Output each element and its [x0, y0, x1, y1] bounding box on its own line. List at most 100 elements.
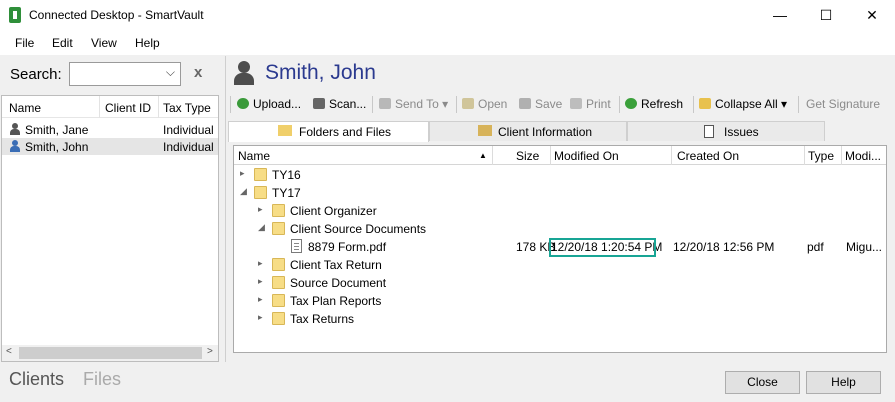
clear-search-button[interactable]: x: [194, 64, 202, 81]
smartvault-app-icon: [9, 7, 21, 23]
tree-row[interactable]: ▸ Client Tax Return: [234, 256, 886, 274]
pdf-file-icon: [291, 239, 302, 253]
expand-arrow-icon[interactable]: ▸: [258, 276, 263, 287]
client-list: Name Client ID Tax Type Smith, Jane Indi…: [1, 95, 219, 362]
tree-row[interactable]: ▸ Source Document: [234, 274, 886, 292]
client-tax-type: Individual: [163, 140, 214, 154]
file-table-header: Name ▲ Size Modified On Created On Type …: [234, 146, 886, 165]
file-type: pdf: [807, 240, 824, 254]
collapse-folder-icon: [699, 98, 711, 109]
window-title: Connected Desktop - SmartVault: [29, 8, 204, 22]
scroll-left-icon[interactable]: <: [6, 346, 12, 357]
menu-view[interactable]: View: [91, 36, 117, 50]
collapse-arrow-icon[interactable]: ◢: [258, 222, 265, 233]
person-icon: [10, 123, 20, 135]
modified-on-highlight: [549, 238, 656, 257]
save-button[interactable]: Save: [519, 97, 562, 111]
client-name: Smith, Jane: [25, 123, 89, 137]
horizontal-scrollbar[interactable]: < >: [2, 345, 218, 361]
scrollbar-thumb[interactable]: [19, 347, 202, 359]
refresh-button[interactable]: Refresh: [625, 97, 683, 111]
get-signature-button[interactable]: Get Signature: [806, 97, 880, 111]
column-size[interactable]: Size: [516, 149, 539, 163]
scanner-icon: [313, 98, 325, 109]
send-to-button[interactable]: Send To ▾: [379, 97, 448, 111]
refresh-icon: [625, 98, 637, 109]
client-info-icon: [478, 125, 492, 136]
folder-icon: [272, 204, 285, 217]
client-row[interactable]: Smith, Jane Individual: [2, 121, 218, 138]
issues-icon: [704, 125, 714, 138]
folder-icon: [254, 168, 267, 181]
clients-tab[interactable]: Clients: [9, 369, 64, 390]
open-folder-icon: [462, 98, 474, 109]
column-modified-by[interactable]: Modi...: [845, 149, 881, 163]
menu-edit[interactable]: Edit: [52, 36, 73, 50]
tree-row[interactable]: ◢ TY17: [234, 184, 886, 202]
column-name[interactable]: Name: [238, 149, 270, 163]
client-person-icon: [234, 61, 254, 85]
search-input[interactable]: ⌵: [69, 62, 181, 86]
tree-row[interactable]: ▸ Tax Returns: [234, 310, 886, 328]
folder-icon: [272, 276, 285, 289]
tab-client-information[interactable]: Client Information: [429, 121, 627, 141]
column-name[interactable]: Name: [9, 101, 41, 115]
column-modified-on[interactable]: Modified On: [554, 149, 619, 163]
files-tab[interactable]: Files: [83, 369, 121, 390]
tab-folders-and-files[interactable]: Folders and Files: [228, 121, 429, 142]
expand-arrow-icon[interactable]: ▸: [240, 168, 245, 179]
person-icon: [10, 140, 20, 152]
column-type[interactable]: Type: [808, 149, 834, 163]
close-button[interactable]: Close: [725, 371, 800, 394]
tree-row[interactable]: ▸ TY16: [234, 166, 886, 184]
save-icon: [519, 98, 531, 109]
upload-icon: [237, 98, 249, 109]
file-created-on: 12/20/18 12:56 PM: [673, 240, 775, 254]
maximize-button[interactable]: ☐: [803, 0, 849, 30]
scan-button[interactable]: Scan...: [313, 97, 366, 111]
expand-arrow-icon[interactable]: ▸: [258, 258, 263, 269]
menu-bar: File Edit View Help: [0, 32, 895, 54]
column-tax-type[interactable]: Tax Type: [163, 101, 211, 115]
collapse-all-button[interactable]: Collapse All ▾: [699, 97, 787, 111]
minimize-button[interactable]: —: [757, 0, 803, 30]
folder-icon: [272, 312, 285, 325]
help-button[interactable]: Help: [806, 371, 881, 394]
scroll-right-icon[interactable]: >: [207, 346, 213, 357]
chevron-down-icon[interactable]: ⌵: [166, 65, 175, 80]
column-created-on[interactable]: Created On: [677, 149, 739, 163]
file-modified-by: Migu...: [846, 240, 883, 254]
toolbar: Upload... Scan... Send To ▾ Open Save Pr…: [226, 93, 895, 115]
sort-ascending-icon: ▲: [479, 151, 487, 160]
file-row[interactable]: 8879 Form.pdf 178 KB 12/20/18 1:20:54 PM…: [234, 238, 886, 257]
close-window-button[interactable]: ✕: [849, 0, 895, 30]
folder-icon: [272, 222, 285, 235]
expand-arrow-icon[interactable]: ▸: [258, 204, 263, 215]
client-list-header: Name Client ID Tax Type: [2, 96, 218, 118]
open-button[interactable]: Open: [462, 97, 507, 111]
detail-tabs: Folders and Files Client Information Iss…: [228, 121, 895, 142]
collapse-arrow-icon[interactable]: ◢: [240, 186, 247, 197]
tab-issues[interactable]: Issues: [627, 121, 825, 141]
folder-icon: [272, 294, 285, 307]
client-name: Smith, John: [25, 140, 89, 154]
folder-icon: [254, 186, 267, 199]
print-icon: [570, 98, 582, 109]
tree-row[interactable]: ▸ Client Organizer: [234, 202, 886, 220]
menu-file[interactable]: File: [15, 36, 34, 50]
client-row-selected[interactable]: Smith, John Individual: [2, 138, 218, 155]
tree-row[interactable]: ◢ Client Source Documents: [234, 220, 886, 238]
folder-icon: [272, 258, 285, 271]
expand-arrow-icon[interactable]: ▸: [258, 312, 263, 323]
tree-row[interactable]: ▸ Tax Plan Reports: [234, 292, 886, 310]
print-button[interactable]: Print: [570, 97, 611, 111]
title-bar: Connected Desktop - SmartVault — ☐ ✕: [0, 0, 895, 30]
column-client-id[interactable]: Client ID: [105, 101, 151, 115]
folder-icon: [278, 125, 292, 136]
menu-help[interactable]: Help: [135, 36, 160, 50]
search-label: Search:: [10, 66, 62, 83]
client-tax-type: Individual: [163, 123, 214, 137]
send-icon: [379, 98, 391, 109]
upload-button[interactable]: Upload...: [237, 97, 301, 111]
expand-arrow-icon[interactable]: ▸: [258, 294, 263, 305]
